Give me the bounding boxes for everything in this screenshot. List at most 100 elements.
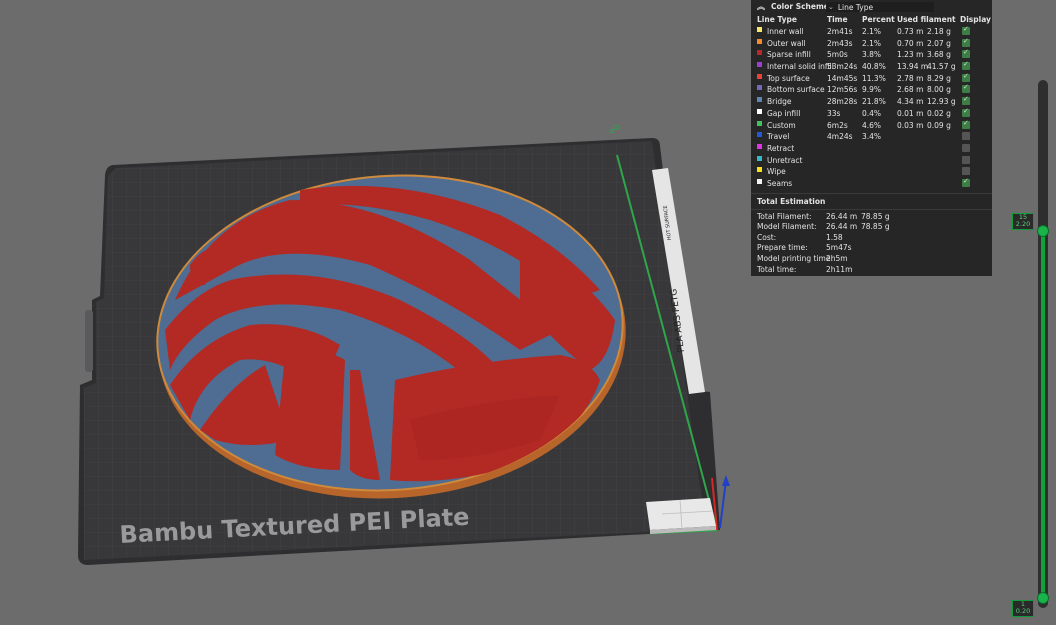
total-estimation-list: Total Filament: 26.44 m 78.85 g Model Filam… — [751, 212, 992, 276]
bottom-layer-height: 0.20 — [1015, 607, 1031, 615]
line-type-swatch — [757, 50, 762, 56]
line-type-grams: 3.68 g — [927, 50, 951, 60]
line-type-row: Sparse infill 5m0s 3.8% 1.23 m 3.68 g — [751, 48, 992, 61]
line-type-swatch — [757, 38, 762, 44]
display-checkbox[interactable] — [962, 167, 970, 176]
display-checkbox[interactable] — [962, 37, 970, 47]
line-type-name: Gap infill — [767, 108, 801, 118]
display-checkbox[interactable] — [962, 83, 970, 94]
line-type-name: Outer wall — [767, 38, 806, 48]
estimation-label: Model printing time: — [757, 254, 833, 263]
line-type-row: Unretract — [751, 155, 992, 167]
line-type-percent: 21.8% — [862, 97, 886, 107]
line-type-swatch — [757, 178, 762, 184]
line-type-swatch — [757, 120, 762, 126]
display-checkbox[interactable] — [962, 143, 970, 152]
line-type-time: 6m2s — [827, 120, 848, 130]
bottom-layer-label: 1 0.20 — [1012, 600, 1034, 617]
line-type-grams: 0.02 g — [927, 108, 951, 118]
line-type-name: Retract — [767, 143, 795, 153]
line-type-meters: 2.78 m — [897, 73, 924, 83]
line-type-grams: 0.09 g — [927, 120, 951, 130]
line-type-time: 28m28s — [827, 97, 858, 107]
line-type-percent: 3.4% — [862, 132, 882, 142]
display-checkbox[interactable] — [962, 107, 970, 117]
estimation-label: Cost: — [757, 232, 777, 242]
estimation-value: 2h11m — [826, 264, 853, 274]
estimation-label: Total Filament: — [757, 211, 812, 221]
display-checkbox[interactable] — [962, 155, 970, 164]
display-checkbox[interactable] — [962, 119, 970, 129]
collapse-chevron-icon[interactable]: ︽ — [757, 1, 765, 12]
line-type-time: 12m56s — [827, 85, 858, 95]
line-type-grams: 8.29 g — [927, 73, 951, 83]
chevron-down-icon: ⌄ — [828, 3, 834, 11]
wipe-tower[interactable] — [646, 498, 716, 534]
col-time: Time — [827, 15, 848, 24]
line-type-swatch — [757, 167, 762, 173]
line-type-row: Internal solid infill 53m24s 40.8% 13.94 m4… — [751, 60, 992, 73]
line-type-time: 5m0s — [827, 50, 848, 60]
col-used-filament: Used filament — [897, 15, 956, 24]
line-type-meters: 0.73 m — [897, 27, 924, 36]
line-type-name: Inner wall — [767, 27, 804, 36]
line-type-row: Outer wall 2m43s 2.1% 0.70 m 2.07 g — [751, 37, 992, 50]
estimation-value: 26.44 m — [826, 222, 858, 232]
line-type-swatch — [757, 143, 762, 149]
line-type-swatch — [757, 97, 762, 103]
estimation-value: 5m47s — [826, 243, 852, 253]
display-checkbox[interactable] — [962, 72, 970, 82]
total-estimation-title: Total Estimation — [757, 196, 826, 206]
line-type-meters: 2.68 m — [897, 85, 924, 95]
line-type-percent: 9.9% — [862, 85, 882, 95]
line-type-row: Top surface 14m45s 11.3% 2.78 m 8.29 g — [751, 72, 992, 85]
color-scheme-selected: Line Type — [837, 2, 874, 12]
line-type-name: Top surface — [767, 73, 810, 83]
line-type-time: 2m43s — [827, 38, 853, 48]
color-scheme-title: Color Scheme — [771, 2, 829, 11]
estimation-value: 1.58 — [826, 232, 843, 242]
line-type-swatch — [757, 27, 762, 32]
bottom-layer-handle[interactable] — [1037, 592, 1049, 604]
display-checkbox[interactable] — [962, 25, 970, 35]
svg-text:Ⴊ: Ⴊ — [610, 125, 622, 133]
display-checkbox[interactable] — [962, 95, 970, 106]
line-type-swatch — [757, 73, 762, 79]
line-type-time: 2m41s — [827, 27, 853, 36]
line-type-grams: 2.07 g — [927, 38, 951, 48]
line-type-time: 33s — [827, 108, 841, 118]
line-type-percent: 4.6% — [862, 120, 882, 130]
estimation-label: Total time: — [757, 264, 797, 274]
estimation-label: Prepare time: — [757, 243, 808, 253]
line-type-meters: 0.70 m — [897, 38, 924, 48]
color-scheme-panel: ︽ Color Scheme ⌄ Line Type Line Type Tim… — [751, 0, 992, 276]
line-type-row: Custom 6m2s 4.6% 0.03 m 0.09 g — [751, 119, 992, 132]
color-scheme-dropdown[interactable]: ⌄ Line Type — [826, 2, 934, 12]
line-type-grams: 41.57 g — [927, 62, 956, 72]
line-type-list: Inner wall2m41s2.1%0.73 m2.18 gOuter wal… — [751, 25, 992, 190]
line-type-row: Retract — [751, 143, 992, 155]
estimation-label: Model Filament: — [757, 222, 817, 232]
estimation-value-2: 78.85 g — [861, 222, 890, 232]
display-checkbox[interactable] — [962, 177, 970, 187]
line-type-grams: 8.00 g — [927, 85, 951, 95]
line-type-meters: 0.03 m — [897, 120, 924, 130]
line-type-percent: 40.8% — [862, 62, 886, 72]
line-type-time: 4m24s — [827, 132, 853, 142]
estimation-value: 2h5m — [826, 254, 848, 263]
line-type-name: Wipe — [767, 167, 786, 177]
estimation-row: Cost: 1.58 — [751, 233, 992, 244]
line-type-name: Bridge — [767, 97, 792, 107]
display-checkbox[interactable] — [962, 60, 970, 71]
display-checkbox[interactable] — [962, 48, 970, 59]
line-type-swatch — [757, 132, 762, 138]
line-type-name: Travel — [767, 132, 790, 142]
line-type-percent: 0.4% — [862, 108, 882, 118]
line-type-swatch — [757, 155, 762, 161]
line-type-meters: 0.01 m — [897, 108, 924, 118]
top-layer-handle[interactable] — [1037, 225, 1049, 237]
estimation-row: Total Filament: 26.44 m 78.85 g — [751, 212, 992, 223]
display-checkbox[interactable] — [962, 132, 970, 141]
col-percent: Percent — [862, 15, 895, 24]
line-type-meters: 13.94 m — [897, 62, 929, 72]
